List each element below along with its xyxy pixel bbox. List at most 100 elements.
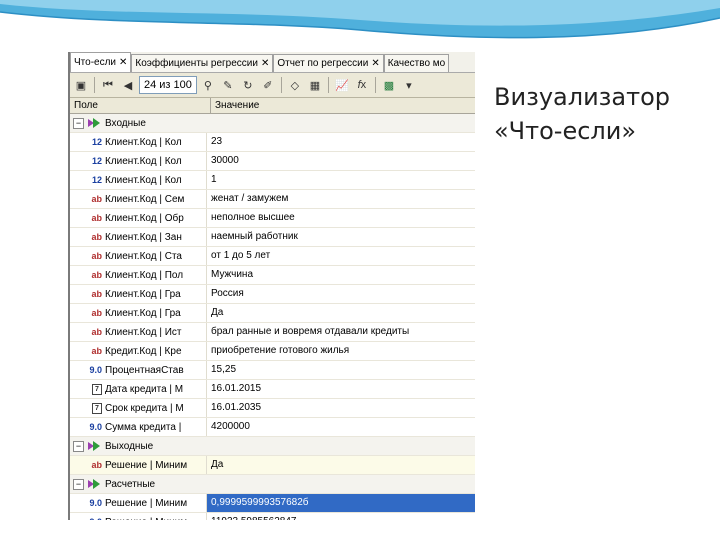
value-cell[interactable]: 11933,5985562847	[207, 513, 475, 520]
column-header-field[interactable]: Поле	[70, 98, 211, 113]
collapse-icon[interactable]: −	[73, 478, 84, 490]
collapse-icon[interactable]: −	[73, 117, 84, 129]
refresh-icon[interactable]: ↻	[239, 76, 257, 94]
group-field-cell: − Входные	[70, 114, 206, 132]
tab-0[interactable]: Что-если ✕	[70, 52, 132, 72]
value-cell[interactable]: 0,999959999357682б	[207, 494, 475, 512]
value-cell[interactable]: 15,25	[207, 361, 475, 379]
table-row[interactable]: ab Клиент.Код | Пол Мужчина	[70, 266, 475, 285]
value-cell[interactable]: наемный работник	[207, 228, 475, 246]
eraser-icon[interactable]: ◇	[286, 76, 304, 94]
type-badge: ab	[91, 289, 102, 299]
table-row[interactable]: 9.0 ПроцентнаяСтав 15,25	[70, 361, 475, 380]
collapse-icon[interactable]: −	[73, 440, 84, 452]
group-row[interactable]: − Входные	[70, 114, 475, 133]
field-name: Клиент.Код | Обр	[105, 212, 184, 224]
value-cell[interactable]: Россия	[207, 285, 475, 303]
value-cell[interactable]: 16.01.2015	[207, 380, 475, 398]
table-row[interactable]: 7 Срок кредита | М 16.01.2035	[70, 399, 475, 418]
field-name: Решение | Миним	[105, 459, 188, 471]
table-row[interactable]: ab Клиент.Код | Ист брал ранные и вовремя …	[70, 323, 475, 342]
calendar-icon: 7	[76, 402, 102, 414]
table-row[interactable]: 7 Дата кредита | М 16.01.2015	[70, 380, 475, 399]
table-row[interactable]: ab Клиент.Код | Обр неполное высшее	[70, 209, 475, 228]
value-cell[interactable]: 23	[207, 133, 475, 151]
excel-icon[interactable]: ▩	[380, 76, 398, 94]
value-cell[interactable]: приобретение готового жилья	[207, 342, 475, 360]
value-cell[interactable]: 1	[207, 171, 475, 189]
magic-icon[interactable]: ✎	[219, 76, 237, 94]
table-row[interactable]: 9.0 Сумма кредита | 4200000	[70, 418, 475, 437]
group-row[interactable]: − Выходные	[70, 437, 475, 456]
value-cell[interactable]: брал ранные и вовремя отдавали кредиты	[207, 323, 475, 341]
table-row[interactable]: ab Клиент.Код | Гра Да	[70, 304, 475, 323]
pager-field[interactable]: 24 из 100	[139, 76, 197, 94]
tab-1[interactable]: Коэффициенты регрессии ✕	[131, 54, 274, 72]
edit-icon[interactable]: ✐	[259, 76, 277, 94]
field-name: Сумма кредита |	[105, 421, 182, 433]
close-icon[interactable]: ✕	[261, 55, 269, 72]
calendar-icon: 7	[76, 383, 102, 395]
first-page-icon[interactable]: ⏮	[99, 76, 117, 94]
table-row[interactable]: 12 Клиент.Код | Кол 30000	[70, 152, 475, 171]
field-name: Клиент.Код | Кол	[105, 136, 182, 148]
value-cell[interactable]: женат / замужем	[207, 190, 475, 208]
value-cell[interactable]: от 1 до 5 лет	[207, 247, 475, 265]
value-cell[interactable]: Да	[207, 304, 475, 322]
table-row[interactable]: 9.0 Решение | Миним 0,999959999357682б	[70, 494, 475, 513]
type-badge: ab	[91, 194, 102, 204]
field-cell: ab Клиент.Код | Сем	[70, 190, 207, 208]
close-icon[interactable]: ✕	[119, 54, 127, 71]
search-icon[interactable]: ⚲	[199, 76, 217, 94]
field-cell: ab Клиент.Код | Зан	[70, 228, 207, 246]
table-row[interactable]: ab Клиент.Код | Ста от 1 до 5 лет	[70, 247, 475, 266]
tab-3[interactable]: Качество мо	[383, 54, 450, 72]
field-name: Клиент.Код | Гра	[105, 307, 181, 319]
table-row[interactable]: ab Клиент.Код | Сем женат / замужем	[70, 190, 475, 209]
column-header-value[interactable]: Значение	[211, 98, 259, 113]
table-row[interactable]: ab Клиент.Код | Зан наемный работник	[70, 228, 475, 247]
value-cell[interactable]: 30000	[207, 152, 475, 170]
group-row[interactable]: − Расчетные	[70, 475, 475, 494]
field-name: ПроцентнаяСтав	[105, 364, 184, 376]
table-row[interactable]: 12 Клиент.Код | Кол 1	[70, 171, 475, 190]
formula-icon[interactable]: fx	[353, 76, 371, 94]
chart-icon[interactable]: 📈	[333, 76, 351, 94]
field-cell: 12 Клиент.Код | Кол	[70, 171, 207, 189]
table-row[interactable]: 9.0Решение | Миним11933,5985562847	[70, 513, 475, 520]
tab-label: Качество мо	[387, 58, 446, 69]
type-badge: ab	[91, 232, 102, 242]
field-cell: 9.0Решение | Миним	[70, 513, 207, 520]
field-name: Клиент.Код | Сем	[105, 193, 185, 205]
slide-title-line2: «Что-если»	[494, 117, 637, 145]
prev-page-icon[interactable]: ◀	[119, 76, 137, 94]
table-row[interactable]: ab Решение | Миним Да	[70, 456, 475, 475]
value-cell[interactable]: 4200000	[207, 418, 475, 436]
db-icon[interactable]: ▣	[72, 76, 90, 94]
value-cell[interactable]: неполное высшее	[207, 209, 475, 227]
value-cell[interactable]: Да	[207, 456, 475, 474]
group-label: Расчетные	[105, 478, 156, 490]
table-row[interactable]: ab Клиент.Код | Гра Россия	[70, 285, 475, 304]
group-label: Выходные	[105, 440, 154, 452]
field-name: Кредит.Код | Кре	[105, 345, 182, 357]
type-badge: ab	[91, 251, 102, 261]
slide-title: Визуализатор «Что-если»	[494, 80, 714, 148]
value-cell[interactable]: Мужчина	[207, 266, 475, 284]
toolbar-separator	[280, 77, 282, 93]
group-field-cell: − Расчетные	[70, 475, 206, 493]
type-badge: ab	[91, 327, 102, 337]
tab-2[interactable]: Отчет по регрессии ✕	[273, 54, 384, 72]
value-cell[interactable]: 16.01.2035	[207, 399, 475, 417]
dropdown-icon[interactable]: ▾	[400, 76, 418, 94]
type-badge: 9.0	[89, 365, 102, 375]
field-cell: 9.0Решение | Миним	[70, 494, 207, 512]
table-row[interactable]: 12 Клиент.Код | Кол 23	[70, 133, 475, 152]
group-icon	[88, 479, 100, 489]
field-cell: ab Клиент.Код | Гра	[70, 304, 207, 322]
table-icon[interactable]: ▦	[306, 76, 324, 94]
tab-label: Коэффициенты регрессии	[135, 58, 258, 69]
close-icon[interactable]: ✕	[371, 55, 379, 72]
table-row[interactable]: ab Кредит.Код | Кре приобретение готового …	[70, 342, 475, 361]
field-cell: ab Клиент.Код | Обр	[70, 209, 207, 227]
